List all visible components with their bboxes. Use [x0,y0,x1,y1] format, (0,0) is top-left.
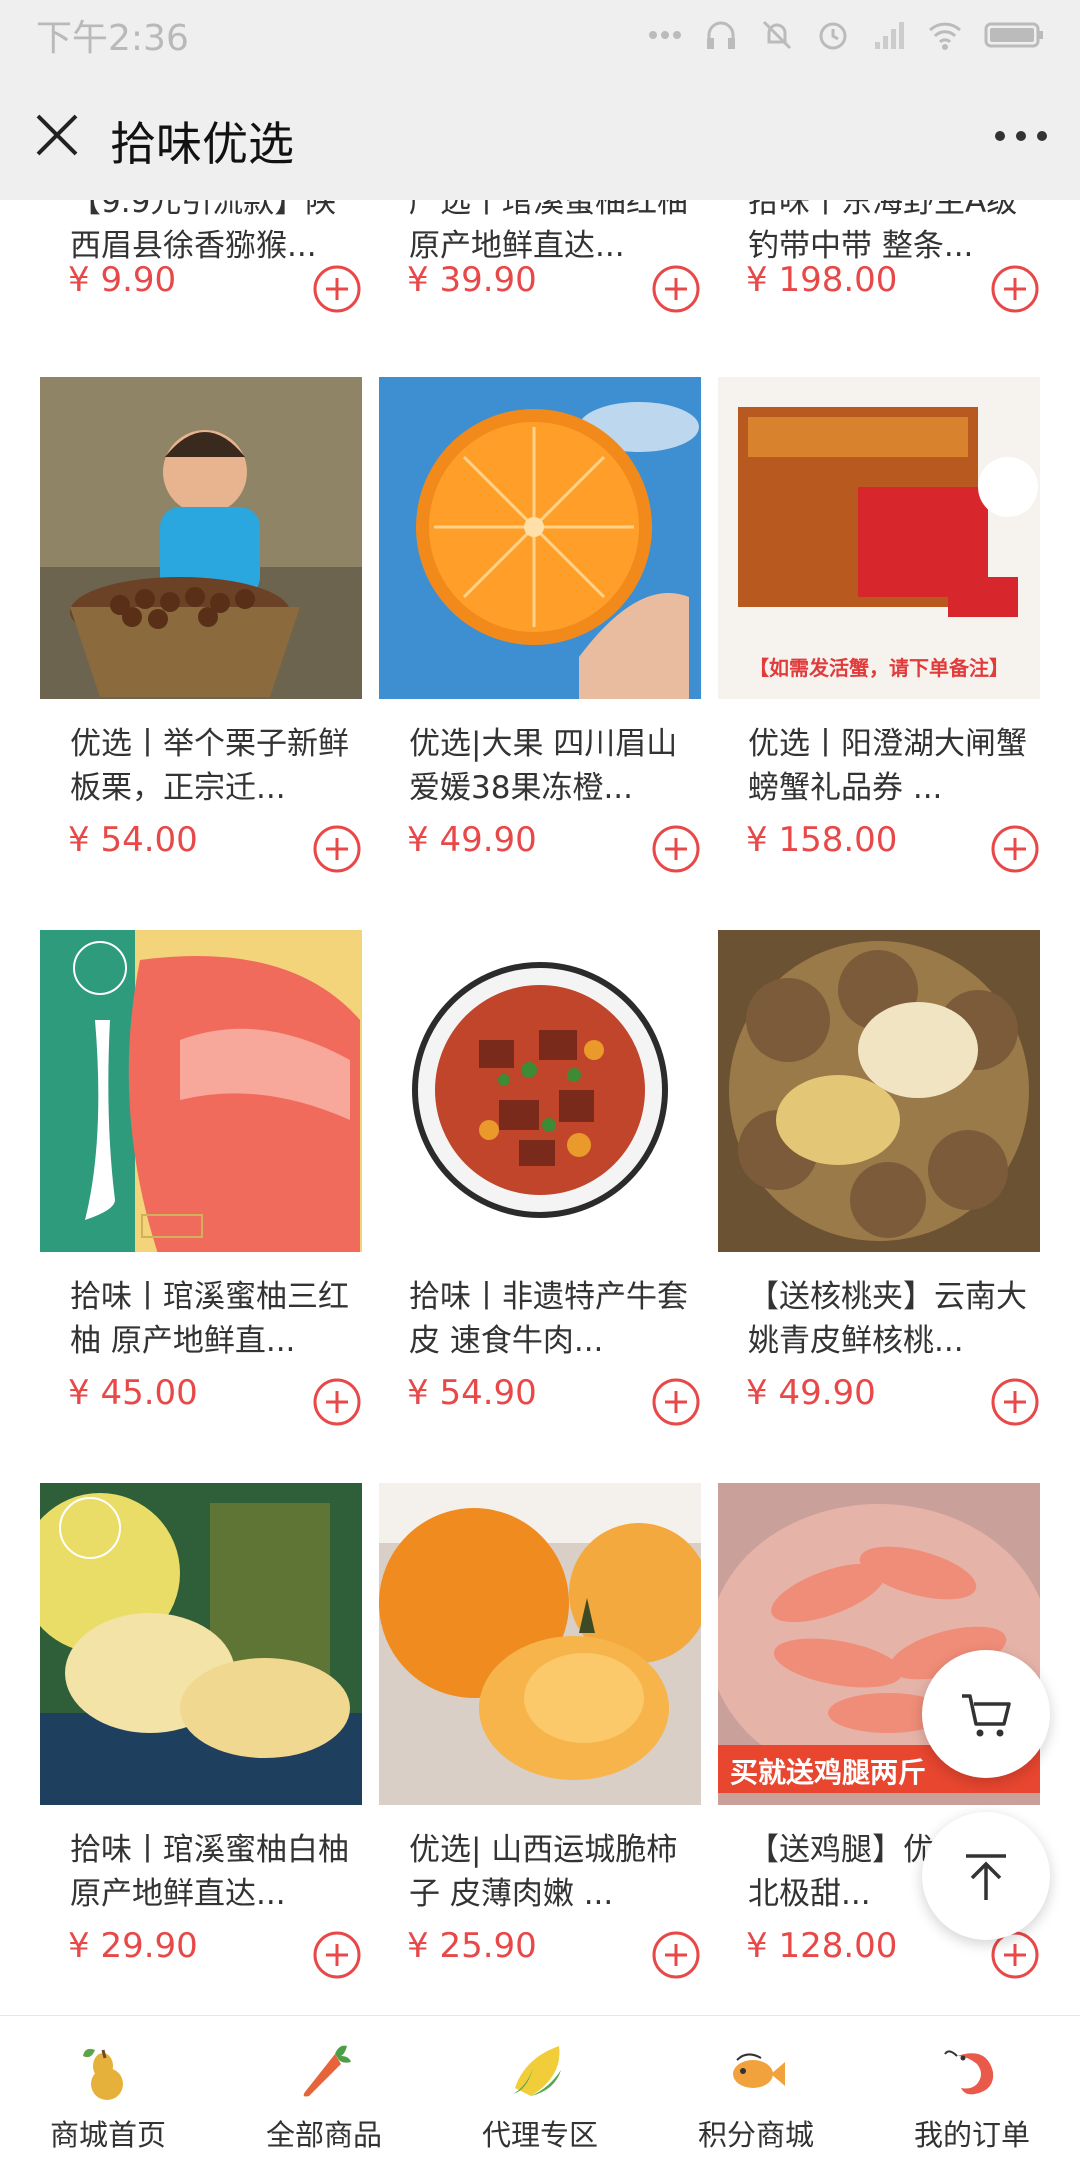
add-to-cart-plus-icon[interactable] [651,1377,701,1427]
product-price: ¥ 49.90 [407,820,537,860]
product-image[interactable] [718,930,1040,1252]
back-to-top-button[interactable] [922,1812,1050,1940]
product-price: ¥ 25.90 [407,1926,537,1966]
cart-icon [962,1694,1011,1737]
status-time: 下午2:36 [36,18,189,59]
bottom-navigation: 商城首页 全部商品 代理专区 积分商城 我的订单 [0,2015,1080,2160]
more-options-button[interactable] [986,110,1056,162]
product-card[interactable]: 优选| 山西运城脆柿子 皮薄肉嫩 ... ¥ 25.90 [379,1483,701,2003]
product-price: ¥ 198.00 [746,260,898,300]
product-card[interactable]: 优选|大果 四川眉山爱媛38果冻橙... ¥ 49.90 [379,377,701,897]
product-image[interactable] [40,1483,362,1805]
product-name: 拾味丨非遗特产牛套皮 速食牛肉... [409,1279,688,1359]
product-card[interactable]: 优选丨举个栗子新鲜板栗，正宗迁... ¥ 54.00 [40,377,362,897]
product-price: ¥ 54.90 [407,1373,537,1413]
more-horizontal-icon [995,131,1047,141]
nav-label: 我的订单 [913,2118,1030,2152]
nav-label: 积分商城 [697,2118,814,2152]
nav-item-points-mall[interactable]: 积分商城 [648,2016,864,2160]
product-name: 优选| 山西运城脆柿子 皮薄肉嫩 ... [409,1832,678,1912]
product-price: ¥ 158.00 [746,820,898,860]
nav-label: 全部商品 [265,2118,382,2152]
close-icon [36,114,78,156]
product-name: 拾味丨东海野生A级钓带中带 整条... [748,200,1018,264]
product-name: 优选|大果 四川眉山爱媛38果冻橙... [409,726,678,806]
add-to-cart-plus-icon[interactable] [990,1377,1040,1427]
product-image[interactable] [379,930,701,1252]
product-name: 【9.9元引流款】陕西眉县徐香猕猴... [70,200,337,264]
status-bar: 下午2:36 [0,0,1080,70]
add-to-cart-plus-icon[interactable] [651,264,701,314]
product-name: 【送核桃夹】云南大姚青皮鲜核桃... [748,1279,1027,1359]
product-price: ¥ 49.90 [746,1373,876,1413]
app-header: 拾味优选 [0,70,1080,200]
cart-button[interactable] [922,1650,1050,1778]
headphones-icon [707,21,735,49]
more-dots-icon [649,31,681,39]
carrot-icon [303,2045,351,2097]
nav-item-my-orders[interactable]: 我的订单 [864,2016,1080,2160]
nav-item-agent-zone[interactable]: 代理专区 [432,2016,648,2160]
nav-item-home[interactable]: 商城首页 [0,2016,216,2160]
product-card[interactable]: 拾味丨琯溪蜜柚三红柚 原产地鲜直... ¥ 45.00 [40,930,362,1450]
fish-icon [733,2053,785,2088]
nav-item-all-products[interactable]: 全部商品 [216,2016,432,2160]
product-image[interactable]: 【如需发活蟹，请下单备注】 [718,377,1040,699]
add-to-cart-plus-icon[interactable] [990,264,1040,314]
corn-icon [513,2046,561,2096]
add-to-cart-plus-icon[interactable] [312,1377,362,1427]
status-icons [648,18,1044,52]
product-card[interactable]: 【送核桃夹】云南大姚青皮鲜核桃... ¥ 49.90 [718,930,1040,1450]
mute-icon [762,20,792,50]
add-to-cart-plus-icon[interactable] [990,824,1040,874]
add-to-cart-plus-icon[interactable] [651,824,701,874]
product-price: ¥ 29.90 [68,1926,198,1966]
product-image[interactable] [40,377,362,699]
nav-label: 代理专区 [481,2118,598,2152]
alarm-icon [819,22,847,50]
product-name: 严选丨琯溪蜜柚红柚 原产地鲜直达... [409,200,688,264]
product-name: 优选丨举个栗子新鲜板栗，正宗迁... [70,726,349,806]
image-caption: 【如需发活蟹，请下单备注】 [749,656,1009,680]
product-price: ¥ 54.00 [68,820,198,860]
add-to-cart-plus-icon[interactable] [312,824,362,874]
product-price: ¥ 9.90 [68,260,177,300]
arrow-up-icon [966,1854,1006,1900]
shrimp-icon [944,2050,994,2095]
product-card[interactable]: 拾味丨琯溪蜜柚白柚 原产地鲜直达... ¥ 29.90 [40,1483,362,2003]
product-grid: 【9.9元引流款】陕西眉县徐香猕猴... ¥ 9.90 严选丨琯溪蜜柚红柚 原产… [0,200,1080,2015]
signal-icon [875,22,904,49]
wifi-icon [928,22,962,50]
battery-icon [984,22,1043,48]
page-title: 拾味优选 [110,117,294,171]
pear-icon [83,2048,123,2100]
product-image[interactable] [379,1483,701,1805]
product-name: 拾味丨琯溪蜜柚白柚 原产地鲜直达... [70,1832,349,1912]
add-to-cart-plus-icon[interactable] [312,1930,362,1980]
nav-label: 商城首页 [49,2118,166,2152]
product-name: 拾味丨琯溪蜜柚三红柚 原产地鲜直... [70,1279,349,1359]
add-to-cart-plus-icon[interactable] [651,1930,701,1980]
product-price: ¥ 45.00 [68,1373,198,1413]
product-card[interactable]: 拾味丨非遗特产牛套皮 速食牛肉... ¥ 54.90 [379,930,701,1450]
product-price: ¥ 128.00 [746,1926,898,1966]
product-price: ¥ 39.90 [407,260,537,300]
add-to-cart-plus-icon[interactable] [312,264,362,314]
product-card[interactable]: 【如需发活蟹，请下单备注】 优选丨阳澄湖大闸蟹 螃蟹礼品券 ... ¥ 158.… [718,377,1040,897]
product-image[interactable] [379,377,701,699]
product-image[interactable] [40,930,362,1252]
close-button[interactable] [32,106,82,162]
product-name: 优选丨阳澄湖大闸蟹 螃蟹礼品券 ... [748,726,1027,806]
